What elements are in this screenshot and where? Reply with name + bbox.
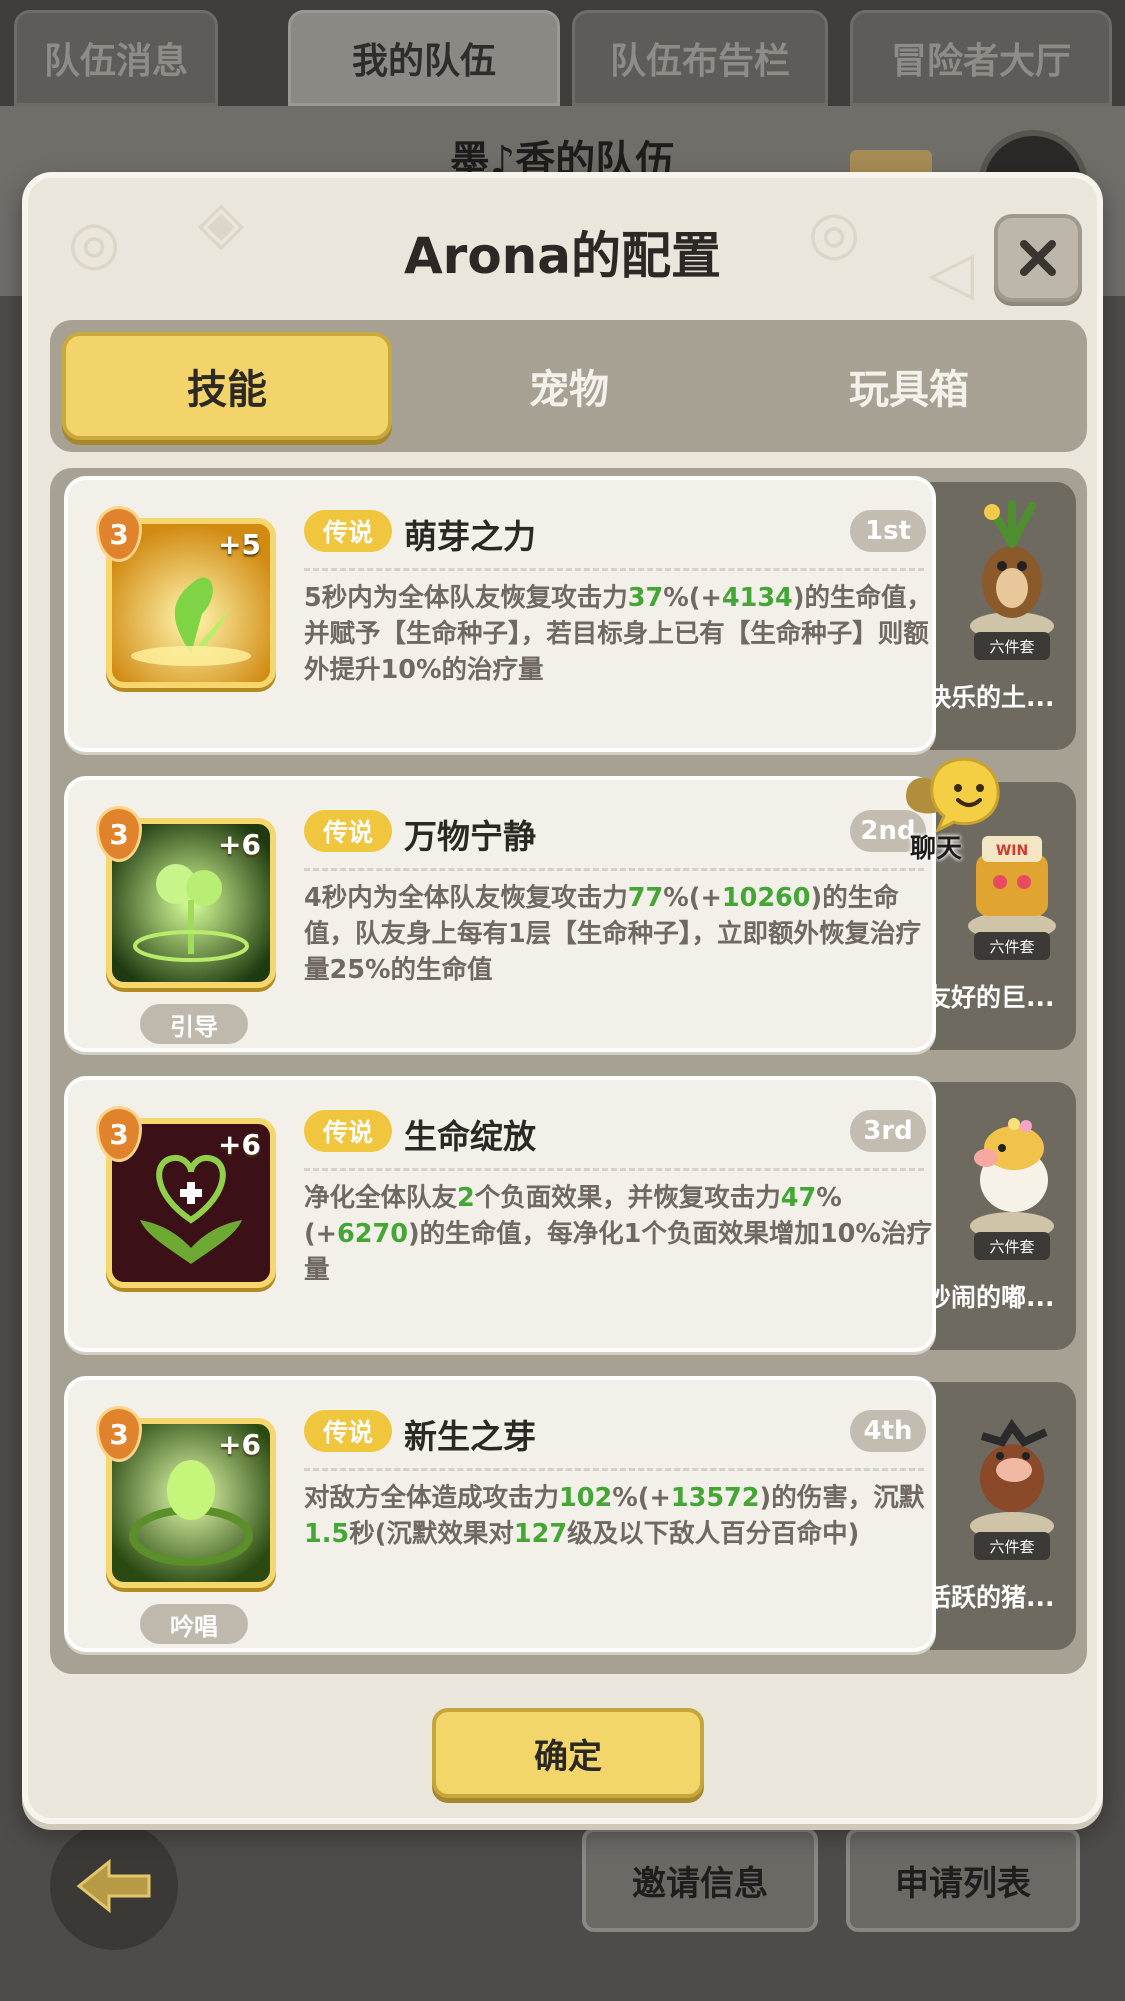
skill-card[interactable]: 3 +6 传说 生命绽放 3rd 净化全体队友2个负面效果，并恢复攻击力47%(… [64,1076,936,1352]
skill-name: 生命绽放 [404,1117,536,1156]
description-text: 对敌方全体造成攻击力 [304,1483,560,1513]
skill-enhance-level: +6 [218,1128,261,1161]
pet-figure-icon [970,1418,1054,1540]
dialog-title: Arona的配置 [403,227,722,285]
highlight-value: 13572 [670,1483,760,1513]
description-text: %(+ [612,1483,671,1513]
pet-figure-icon [970,1118,1054,1240]
pet-set-badge: 六件套 [974,932,1050,960]
description-text: %(+ [663,883,722,913]
skill-description: 4秒内为全体队友恢复攻击力77%(+10260)的生命值，队友身上每有1层【生命… [304,880,934,988]
loadout-tabs: 技能 宠物 玩具箱 [50,320,1087,452]
skill-card[interactable]: 3 +6 吟唱 传说 新生之芽 4th 对敌方全体造成攻击力102%(+1357… [64,1376,936,1652]
highlight-value: 6270 [337,1219,409,1249]
chat-label: 聊天 [910,834,963,864]
skill-description: 5秒内为全体队友恢复攻击力37%(+4134)的生命值，并赋予【生命种子】，若目… [304,580,934,688]
rarity-badge: 传说 [304,1410,392,1452]
tab-my-team[interactable]: 我的队伍 [288,10,560,106]
tab-toybox[interactable]: 玩具箱 [744,332,1074,440]
apply-list-button[interactable]: 申请列表 [846,1828,1080,1932]
tab-team-bulletin[interactable]: 队伍布告栏 [572,10,828,106]
skill-row: 六件套 快乐的土... 3 +5 传说 萌芽之力 1st 5秒内为全体队友恢复攻… [50,468,1087,754]
pet-slot[interactable]: 六件套 快乐的土... [926,482,1076,750]
close-icon [1020,240,1056,276]
back-arrow-icon [76,1858,151,1914]
highlight-value: 1.5 [304,1519,350,1549]
skill-row: 六件套 吵闹的嘟... 3 +6 传说 生命绽放 3rd 净化全体队友2个负面效… [50,1068,1087,1354]
highlight-value: 77 [627,883,664,913]
pet-set-badge: 六件套 [974,1232,1050,1260]
pet-set-badge: 六件套 [974,632,1050,660]
skill-card[interactable]: 3 +6 引导 传说 万物宁静 2nd 4秒内为全体队友恢复攻击力77%(+10… [64,776,936,1052]
pet-name: 吵闹的嘟... [926,1283,1055,1312]
divider [304,568,924,571]
highlight-value: 10260 [721,883,811,913]
skill-type-tag: 吟唱 [140,1604,248,1644]
skill-enhance-level: +6 [218,1428,261,1461]
description-text: 净化全体队友 [304,1183,458,1213]
tab-adventurer-hall[interactable]: 冒险者大厅 [850,10,1112,106]
team-tabs-bar: 队伍消息 我的队伍 队伍布告栏 冒险者大厅 [0,0,1125,110]
skill-list: 六件套 快乐的土... 3 +5 传说 萌芽之力 1st 5秒内为全体队友恢复攻… [50,468,1087,1674]
tab-team-messages[interactable]: 队伍消息 [14,10,218,106]
skill-enhance-level: +6 [218,828,261,861]
pet-name: 友好的巨... [926,983,1055,1012]
skill-enhance-level: +5 [218,528,261,561]
description-text: 级及以下敌人百分百命中) [567,1519,860,1549]
confirm-button[interactable]: 确定 [432,1708,704,1798]
pet-set-badge: 六件套 [974,1532,1050,1560]
chat-emoji-icon [906,757,1000,834]
tab-pets[interactable]: 宠物 [404,332,734,440]
divider [304,868,924,871]
tab-skills[interactable]: 技能 [62,332,392,440]
skill-type-tag: 引导 [140,1004,248,1044]
skill-description: 对敌方全体造成攻击力102%(+13572)的伤害，沉默 1.5秒(沉默效果对12… [304,1480,934,1552]
skill-name: 萌芽之力 [404,517,536,556]
back-button[interactable] [50,1822,178,1950]
close-button[interactable] [994,214,1082,302]
skill-order-badge: 1st [850,510,926,552]
skill-order-badge: 4th [850,1410,926,1452]
divider [304,1468,924,1471]
pet-slot[interactable]: 六件套 吵闹的嘟... [926,1082,1076,1350]
skill-order-badge: 3rd [850,1110,926,1152]
divider [304,1168,924,1171]
invite-info-button[interactable]: 邀请信息 [582,1828,818,1932]
pet-name: 快乐的土... [926,683,1055,712]
skill-row: 六件套 活跃的猪... 3 +6 吟唱 传说 新生之芽 4th 对敌方全体造成攻… [50,1368,1087,1654]
rarity-badge: 传说 [304,510,392,552]
highlight-value: 4134 [721,583,793,613]
highlight-value: 2 [457,1183,475,1213]
loadout-dialog: ◎ ◈ ◎ ◁ Arona的配置 技能 宠物 玩具箱 六件套 快乐的土... 3… [22,172,1103,1824]
chat-button[interactable]: 聊天 [902,756,1014,866]
pet-figure-icon [970,500,1054,640]
rarity-badge: 传说 [304,1110,392,1152]
skill-name: 新生之芽 [404,1417,536,1456]
skill-description: 净化全体队友2个负面效果，并恢复攻击力47%(+6270)的生命值，每净化1个负… [304,1180,934,1288]
skill-name: 万物宁静 [404,817,536,856]
description-text: %(+ [663,583,722,613]
description-text: 5秒内为全体队友恢复攻击力 [304,583,628,613]
skill-card[interactable]: 3 +5 传说 萌芽之力 1st 5秒内为全体队友恢复攻击力37%(+4134)… [64,476,936,752]
highlight-value: 102 [559,1483,613,1513]
pet-slot[interactable]: 六件套 活跃的猪... [926,1382,1076,1650]
description-text: 4秒内为全体队友恢复攻击力 [304,883,628,913]
description-text: 秒(沉默效果对 [349,1519,514,1549]
highlight-value: 127 [513,1519,568,1549]
rarity-badge: 传说 [304,810,392,852]
pet-name: 活跃的猪... [926,1583,1055,1612]
highlight-value: 47 [780,1183,817,1213]
description-text: 个负面效果，并恢复攻击力 [474,1183,781,1213]
highlight-value: 37 [627,583,664,613]
description-text: )的伤害，沉默 [759,1483,925,1513]
